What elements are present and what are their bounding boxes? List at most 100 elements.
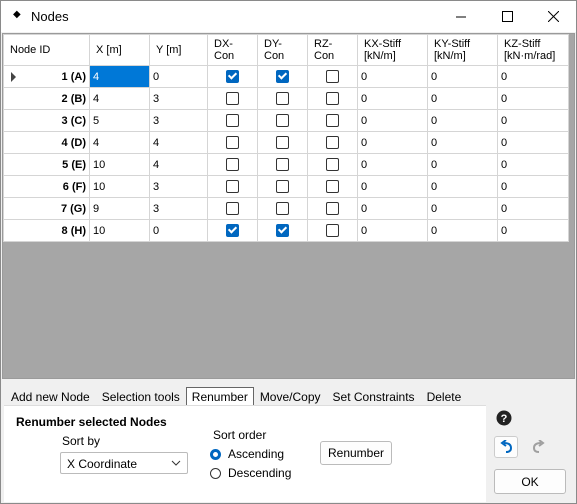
checkbox-checked-icon[interactable] xyxy=(226,224,239,237)
cell-dx-con[interactable] xyxy=(207,219,258,242)
tab-selection-tools[interactable]: Selection tools xyxy=(96,387,186,405)
table-row[interactable]: 4 (D) 4 4 0 0 0 xyxy=(3,131,569,154)
cell-ky-stiff[interactable]: 0 xyxy=(427,109,498,132)
cell-kx-stiff[interactable]: 0 xyxy=(357,109,428,132)
col-header-node-id[interactable]: Node ID xyxy=(3,34,90,66)
cell-dy-con[interactable] xyxy=(257,131,308,154)
cell-kz-stiff[interactable]: 0 xyxy=(497,131,569,154)
checkbox-unchecked-icon[interactable] xyxy=(326,224,339,237)
cell-y[interactable]: 3 xyxy=(149,109,208,132)
checkbox-unchecked-icon[interactable] xyxy=(226,114,239,127)
cell-dy-con[interactable] xyxy=(257,87,308,110)
cell-rz-con[interactable] xyxy=(307,219,358,242)
cell-rz-con[interactable] xyxy=(307,153,358,176)
row-header[interactable]: 1 (A) xyxy=(3,65,90,88)
checkbox-unchecked-icon[interactable] xyxy=(276,136,289,149)
cell-ky-stiff[interactable]: 0 xyxy=(427,175,498,198)
col-header-x[interactable]: X [m] xyxy=(89,34,150,66)
close-button[interactable] xyxy=(530,1,576,32)
cell-kz-stiff[interactable]: 0 xyxy=(497,219,569,242)
cell-dx-con[interactable] xyxy=(207,131,258,154)
cell-ky-stiff[interactable]: 0 xyxy=(427,131,498,154)
cell-dx-con[interactable] xyxy=(207,175,258,198)
cell-kx-stiff[interactable]: 0 xyxy=(357,65,428,88)
cell-rz-con[interactable] xyxy=(307,175,358,198)
checkbox-unchecked-icon[interactable] xyxy=(276,114,289,127)
col-header-dx-con[interactable]: DX-Con xyxy=(207,34,258,66)
cell-dy-con[interactable] xyxy=(257,109,308,132)
tab-renumber[interactable]: Renumber xyxy=(185,387,254,405)
tab-move-copy[interactable]: Move/Copy xyxy=(254,387,327,405)
sort-by-select[interactable]: X Coordinate xyxy=(60,452,188,474)
checkbox-unchecked-icon[interactable] xyxy=(226,180,239,193)
radio-selected-icon[interactable] xyxy=(210,448,221,460)
cell-rz-con[interactable] xyxy=(307,65,358,88)
cell-kx-stiff[interactable]: 0 xyxy=(357,87,428,110)
cell-kz-stiff[interactable]: 0 xyxy=(497,87,569,110)
col-header-rz-con[interactable]: RZ-Con xyxy=(307,34,358,66)
cell-dx-con[interactable] xyxy=(207,87,258,110)
cell-dy-con[interactable] xyxy=(257,153,308,176)
undo-button[interactable] xyxy=(494,436,518,458)
cell-y[interactable]: 3 xyxy=(149,87,208,110)
row-header[interactable]: 7 (G) xyxy=(3,197,90,220)
cell-x[interactable]: 10 xyxy=(89,175,150,198)
cell-rz-con[interactable] xyxy=(307,87,358,110)
checkbox-unchecked-icon[interactable] xyxy=(226,92,239,105)
cell-kz-stiff[interactable]: 0 xyxy=(497,197,569,220)
table-row[interactable]: 7 (G) 9 3 0 0 0 xyxy=(3,197,569,220)
checkbox-unchecked-icon[interactable] xyxy=(326,70,339,83)
cell-ky-stiff[interactable]: 0 xyxy=(427,153,498,176)
checkbox-unchecked-icon[interactable] xyxy=(276,202,289,215)
row-header[interactable]: 2 (B) xyxy=(3,87,90,110)
table-row[interactable]: 2 (B) 4 3 0 0 0 xyxy=(3,87,569,110)
col-header-ky-stiff[interactable]: KY-Stiff [kN/m] xyxy=(427,34,498,66)
col-header-kz-stiff[interactable]: KZ-Stiff [kN·m/rad] xyxy=(497,34,569,66)
help-button[interactable]: ? xyxy=(495,409,513,427)
cell-kx-stiff[interactable]: 0 xyxy=(357,131,428,154)
checkbox-unchecked-icon[interactable] xyxy=(226,136,239,149)
checkbox-unchecked-icon[interactable] xyxy=(276,158,289,171)
cell-kx-stiff[interactable]: 0 xyxy=(357,175,428,198)
radio-unselected-icon[interactable] xyxy=(210,467,221,479)
descending-radio[interactable]: Descending xyxy=(210,466,291,480)
nodes-grid[interactable]: Node ID X [m] Y [m] DX-Con DY-Con RZ-Con… xyxy=(2,33,575,379)
cell-dy-con[interactable] xyxy=(257,219,308,242)
checkbox-unchecked-icon[interactable] xyxy=(226,202,239,215)
cell-x[interactable]: 4 xyxy=(89,87,150,110)
cell-dx-con[interactable] xyxy=(207,109,258,132)
row-header[interactable]: 3 (C) xyxy=(3,109,90,132)
table-row[interactable]: 6 (F) 10 3 0 0 0 xyxy=(3,175,569,198)
table-row[interactable]: 5 (E) 10 4 0 0 0 xyxy=(3,153,569,176)
maximize-button[interactable] xyxy=(484,1,530,32)
minimize-button[interactable] xyxy=(438,1,484,32)
cell-y[interactable]: 3 xyxy=(149,175,208,198)
cell-y[interactable]: 0 xyxy=(149,65,208,88)
cell-dx-con[interactable] xyxy=(207,65,258,88)
cell-x[interactable]: 10 xyxy=(89,219,150,242)
cell-kx-stiff[interactable]: 0 xyxy=(357,219,428,242)
cell-rz-con[interactable] xyxy=(307,131,358,154)
table-row[interactable]: 1 (A) 4 0 0 0 0 xyxy=(3,65,569,88)
cell-x[interactable]: 4 xyxy=(89,65,150,88)
cell-ky-stiff[interactable]: 0 xyxy=(427,87,498,110)
cell-dy-con[interactable] xyxy=(257,65,308,88)
checkbox-unchecked-icon[interactable] xyxy=(326,202,339,215)
cell-x[interactable]: 10 xyxy=(89,153,150,176)
checkbox-checked-icon[interactable] xyxy=(226,70,239,83)
table-row[interactable]: 3 (C) 5 3 0 0 0 xyxy=(3,109,569,132)
checkbox-unchecked-icon[interactable] xyxy=(326,136,339,149)
cell-y[interactable]: 4 xyxy=(149,131,208,154)
cell-kz-stiff[interactable]: 0 xyxy=(497,65,569,88)
checkbox-unchecked-icon[interactable] xyxy=(276,180,289,193)
cell-kx-stiff[interactable]: 0 xyxy=(357,197,428,220)
cell-y[interactable]: 4 xyxy=(149,153,208,176)
ascending-radio[interactable]: Ascending xyxy=(210,447,284,461)
cell-kz-stiff[interactable]: 0 xyxy=(497,153,569,176)
cell-kz-stiff[interactable]: 0 xyxy=(497,175,569,198)
checkbox-unchecked-icon[interactable] xyxy=(326,92,339,105)
cell-rz-con[interactable] xyxy=(307,197,358,220)
cell-kx-stiff[interactable]: 0 xyxy=(357,153,428,176)
row-header[interactable]: 6 (F) xyxy=(3,175,90,198)
cell-x[interactable]: 9 xyxy=(89,197,150,220)
